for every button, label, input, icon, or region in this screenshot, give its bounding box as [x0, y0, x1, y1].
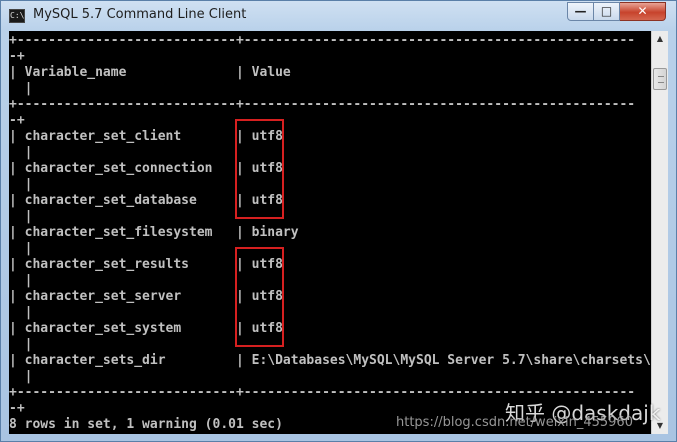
console-line: -+: [9, 401, 25, 416]
console-line: +----------------------------+----------…: [9, 33, 636, 48]
window-title: MySQL 5.7 Command Line Client: [33, 7, 247, 22]
console-line: |: [9, 241, 33, 256]
console-output[interactable]: +----------------------------+----------…: [9, 31, 651, 434]
console-line: | character_sets_dir | E:\Databases\MySQ…: [9, 353, 651, 368]
console-line: |: [9, 305, 33, 320]
grip-icon: [658, 76, 664, 83]
console-line: -+: [9, 113, 25, 128]
cmd-icon[interactable]: C:\: [9, 9, 25, 23]
console-line: |: [9, 369, 33, 384]
console-line: |: [9, 273, 33, 288]
window-controls: — □ ✕: [567, 2, 666, 22]
minimize-button[interactable]: —: [567, 2, 594, 21]
console-line: |: [9, 81, 33, 96]
vertical-scrollbar[interactable]: ▲ ▼: [651, 31, 668, 434]
console-line: |: [9, 209, 33, 224]
close-button[interactable]: ✕: [620, 2, 666, 21]
console-line: |: [9, 177, 33, 192]
console-line: 8 rows in set, 1 warning (0.01 sec): [9, 417, 283, 432]
highlight-box-utf8-bottom: [235, 247, 284, 347]
mysql-console-window: C:\ MySQL 5.7 Command Line Client — □ ✕ …: [0, 0, 677, 442]
highlight-box-utf8-top: [235, 119, 284, 219]
console-line: -+: [9, 49, 25, 64]
console-line: |: [9, 145, 33, 160]
watermark-url: https://blog.csdn.net/weixin_455960: [396, 415, 633, 430]
scroll-up-arrow-icon[interactable]: ▲: [652, 31, 668, 47]
console-line: +----------------------------+----------…: [9, 97, 636, 112]
maximize-button[interactable]: □: [594, 2, 620, 21]
title-bar[interactable]: C:\ MySQL 5.7 Command Line Client — □ ✕: [1, 1, 676, 31]
console-line: | Variable_name | Value: [9, 65, 291, 80]
scroll-thumb[interactable]: [653, 68, 667, 90]
console-line: |: [9, 337, 33, 352]
console-line: | character_set_filesystem | binary: [9, 225, 299, 240]
